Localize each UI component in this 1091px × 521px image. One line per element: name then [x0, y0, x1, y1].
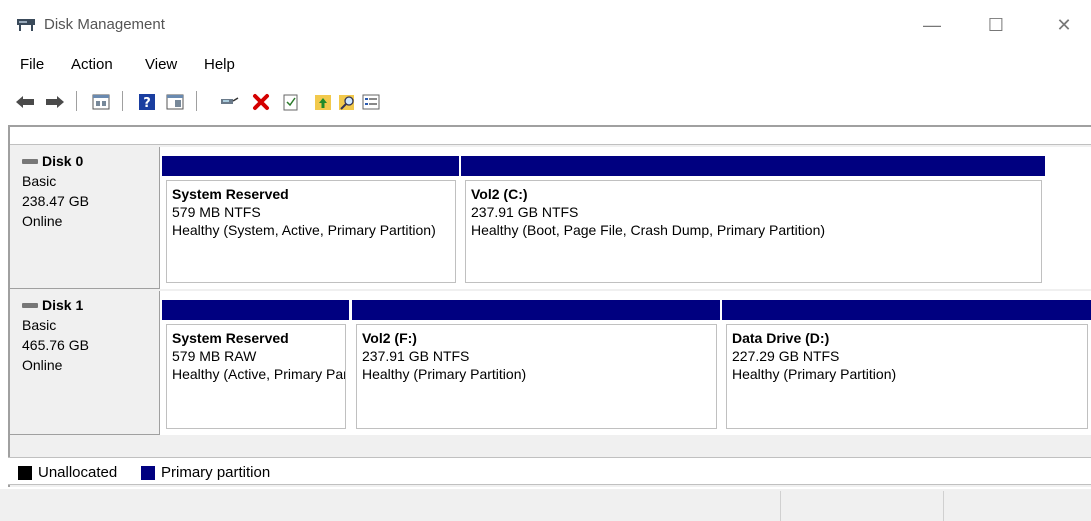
partition-name: Data Drive (D:) — [732, 330, 830, 346]
legend-unallocated: Unallocated — [18, 464, 117, 481]
disk-drive-icon — [22, 302, 38, 308]
minimize-button[interactable]: — — [912, 10, 952, 40]
disk-type: Basic — [22, 173, 57, 189]
primary-swatch — [141, 465, 155, 480]
partition-details: System Reserved 579 MB RAW Healthy (Acti… — [166, 324, 346, 429]
partition-size: 579 MB RAW — [172, 348, 257, 364]
partition-size: 237.91 GB NTFS — [471, 204, 579, 220]
partition-name: System Reserved — [172, 186, 289, 202]
menu-view[interactable]: View — [145, 56, 177, 73]
legend-unallocated-label: Unallocated — [38, 464, 118, 481]
disk-name-row: Disk 0 — [22, 151, 159, 171]
disk-status: Online — [22, 213, 63, 229]
partition-details: System Reserved 579 MB NTFS Healthy (Sys… — [166, 180, 456, 283]
disk-size: 465.76 GB — [22, 337, 89, 353]
toolbar: ? — [0, 84, 1091, 118]
properties-icon[interactable] — [90, 91, 112, 113]
check-icon[interactable] — [280, 91, 302, 113]
connect-icon[interactable] — [218, 91, 240, 113]
partition[interactable]: Vol2 (F:) 237.91 GB NTFS Healthy (Primar… — [352, 300, 720, 431]
disk-drive-icon — [22, 158, 38, 164]
disk-name-row: Disk 1 — [22, 295, 159, 315]
disk-status: Online — [22, 357, 63, 373]
legend: Unallocated Primary partition — [8, 457, 1091, 485]
partition-size: 579 MB NTFS — [172, 204, 261, 220]
disk-info[interactable]: Disk 1 Basic 465.76 GB Online — [10, 291, 160, 435]
legend-primary: Primary partition — [141, 464, 270, 481]
status-separator — [780, 491, 781, 521]
partition-details: Data Drive (D:) 227.29 GB NTFS Healthy (… — [726, 324, 1088, 429]
disk-name: Disk 0 — [42, 153, 84, 169]
partition-status: Healthy (Active, Primary Partition) — [172, 366, 345, 382]
toolbar-separator — [196, 91, 197, 111]
legend-primary-label: Primary partition — [161, 464, 271, 481]
primary-partition-bar — [461, 156, 1045, 176]
partition-name: System Reserved — [172, 330, 289, 346]
partition-size: 227.29 GB NTFS — [732, 348, 840, 364]
partition-name: Vol2 (C:) — [471, 186, 528, 202]
close-button[interactable]: ✕ — [1044, 10, 1084, 40]
status-separator — [943, 491, 944, 521]
disk-type: Basic — [22, 317, 57, 333]
menu-action[interactable]: Action — [71, 56, 113, 73]
menu-file[interactable]: File — [20, 56, 44, 73]
partition-name: Vol2 (F:) — [362, 330, 417, 346]
delete-icon[interactable] — [250, 91, 272, 113]
disk-name: Disk 1 — [42, 297, 84, 313]
primary-partition-bar — [162, 156, 459, 176]
title-bar: Disk Management — ☐ ✕ — [0, 0, 1091, 46]
panel-header-strip — [10, 127, 1091, 145]
search-icon[interactable] — [336, 91, 358, 113]
partition[interactable]: System Reserved 579 MB RAW Healthy (Acti… — [162, 300, 349, 431]
partition-status: Healthy (Primary Partition) — [362, 366, 527, 382]
svg-text:?: ? — [143, 96, 151, 111]
menu-help[interactable]: Help — [204, 56, 235, 73]
window-title: Disk Management — [44, 16, 165, 33]
partition-status: Healthy (Boot, Page File, Crash Dump, Pr… — [471, 222, 826, 238]
unallocated-swatch — [18, 465, 32, 480]
disk-management-icon — [16, 18, 36, 32]
disk-layout-panel: Disk 0 Basic 238.47 GB Online System Res… — [8, 125, 1091, 487]
up-icon[interactable] — [312, 91, 334, 113]
forward-icon[interactable] — [44, 91, 66, 113]
toolbar-separator — [122, 91, 123, 111]
primary-partition-bar — [352, 300, 720, 320]
primary-partition-bar — [722, 300, 1091, 320]
list-icon[interactable] — [360, 91, 382, 113]
status-bar — [0, 489, 1091, 521]
partition-status: Healthy (System, Active, Primary Partiti… — [172, 222, 436, 238]
help-icon[interactable]: ? — [136, 91, 158, 113]
toolbar-separator — [76, 91, 77, 111]
back-icon[interactable] — [14, 91, 36, 113]
disk-size: 238.47 GB — [22, 193, 89, 209]
partition[interactable]: System Reserved 579 MB NTFS Healthy (Sys… — [162, 156, 459, 283]
disk-row[interactable]: Disk 1 Basic 465.76 GB Online System Res… — [10, 291, 1091, 435]
partition-details: Vol2 (C:) 237.91 GB NTFS Healthy (Boot, … — [465, 180, 1042, 283]
partition-details: Vol2 (F:) 237.91 GB NTFS Healthy (Primar… — [356, 324, 717, 429]
partition[interactable]: Vol2 (C:) 237.91 GB NTFS Healthy (Boot, … — [461, 156, 1045, 283]
partition-size: 237.91 GB NTFS — [362, 348, 470, 364]
primary-partition-bar — [162, 300, 349, 320]
partition-status: Healthy (Primary Partition) — [732, 366, 897, 382]
maximize-button[interactable]: ☐ — [976, 10, 1016, 40]
disk-row[interactable]: Disk 0 Basic 238.47 GB Online System Res… — [10, 147, 1091, 289]
menu-bar: File Action View Help — [0, 52, 1091, 78]
partition[interactable]: Data Drive (D:) 227.29 GB NTFS Healthy (… — [722, 300, 1091, 431]
disk-info[interactable]: Disk 0 Basic 238.47 GB Online — [10, 147, 160, 289]
show-hide-icon[interactable] — [164, 91, 186, 113]
